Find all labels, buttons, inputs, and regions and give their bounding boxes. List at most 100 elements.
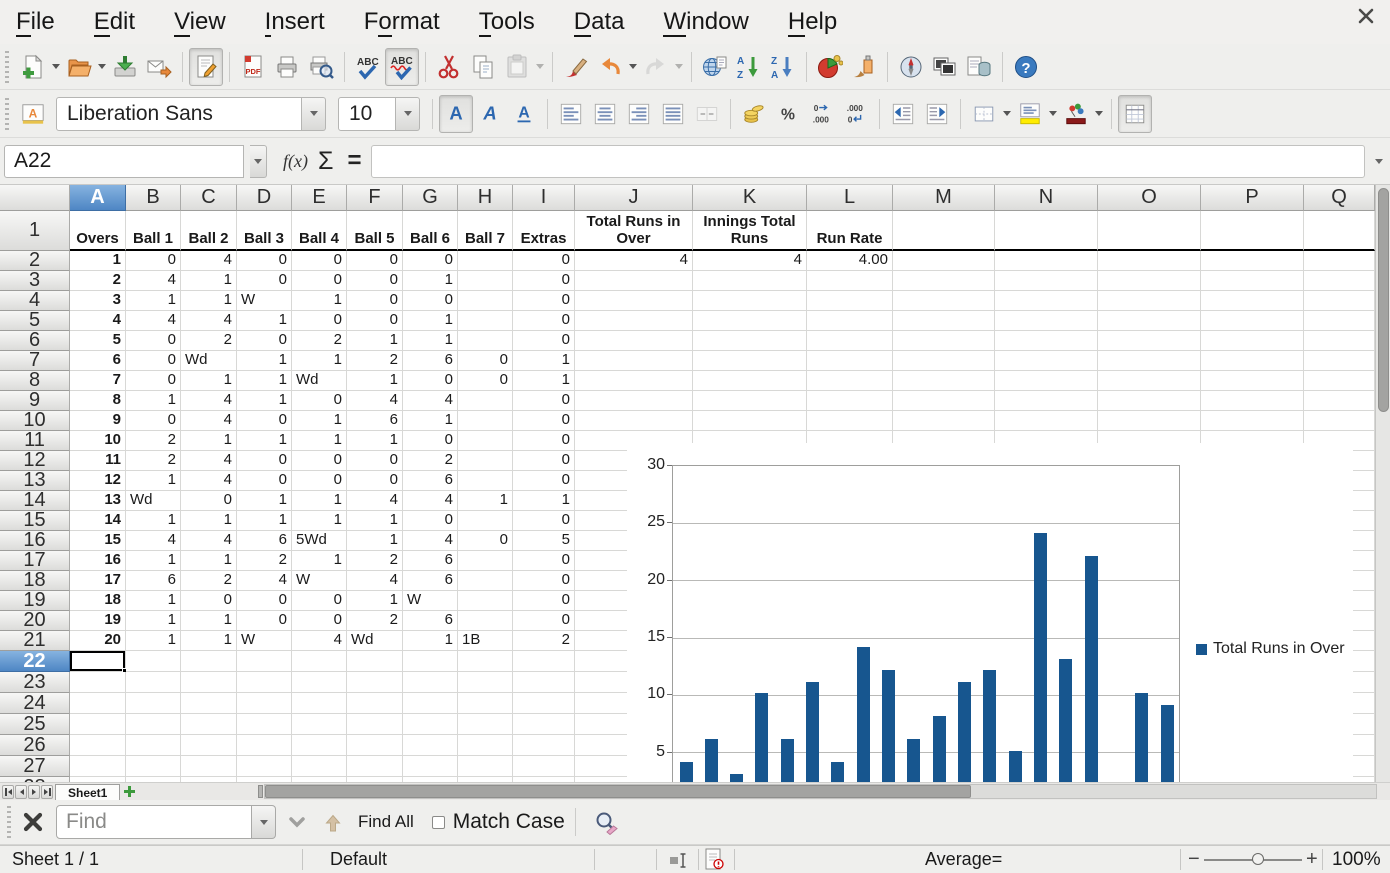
cell-A27[interactable]: [70, 756, 126, 777]
cell-A14[interactable]: 13: [70, 491, 126, 511]
cell-D9[interactable]: 1: [237, 391, 292, 411]
column-header-E[interactable]: E: [292, 185, 347, 211]
cell-C1[interactable]: Ball 2: [181, 211, 237, 251]
previous-sheet-icon[interactable]: [15, 785, 27, 799]
find-input[interactable]: [56, 805, 252, 839]
cell-F8[interactable]: 1: [347, 371, 403, 391]
cell-H6[interactable]: [458, 331, 513, 351]
cell-A7[interactable]: 6: [70, 351, 126, 371]
cell-H10[interactable]: [458, 411, 513, 431]
column-header-J[interactable]: J: [575, 185, 693, 211]
font-size-dropdown[interactable]: [396, 97, 420, 131]
background-color-dropdown[interactable]: [1047, 95, 1059, 133]
find-all-button[interactable]: Find All: [358, 812, 414, 832]
vertical-scrollbar[interactable]: [1375, 185, 1390, 782]
cell-A19[interactable]: 18: [70, 591, 126, 611]
cell-C25[interactable]: [181, 714, 237, 735]
cell-Q5[interactable]: [1304, 311, 1375, 331]
cell-F26[interactable]: [347, 735, 403, 756]
cell-G8[interactable]: 0: [403, 371, 458, 391]
cell-C16[interactable]: 4: [181, 531, 237, 551]
row-header-28[interactable]: 28: [0, 777, 70, 782]
menu-insert[interactable]: Insert: [265, 8, 325, 36]
cell-N2[interactable]: [995, 251, 1098, 271]
cell-I23[interactable]: [513, 672, 575, 693]
cell-D23[interactable]: [237, 672, 292, 693]
cell-C23[interactable]: [181, 672, 237, 693]
sort-ascending-button[interactable]: AZ: [732, 48, 766, 86]
cell-G11[interactable]: 0: [403, 431, 458, 451]
print-button[interactable]: [270, 48, 304, 86]
cell-K3[interactable]: [693, 271, 807, 291]
cell-E16[interactable]: 5Wd: [292, 531, 347, 551]
cell-G14[interactable]: 4: [403, 491, 458, 511]
cell-C26[interactable]: [181, 735, 237, 756]
data-sources-button[interactable]: [962, 48, 996, 86]
toolbar-grip[interactable]: [5, 98, 9, 130]
copy-button[interactable]: [466, 48, 500, 86]
cell-H26[interactable]: [458, 735, 513, 756]
row-header-10[interactable]: 10: [0, 411, 70, 431]
cell-H24[interactable]: [458, 693, 513, 714]
cell-A10[interactable]: 9: [70, 411, 126, 431]
column-header-N[interactable]: N: [995, 185, 1098, 211]
cell-A1[interactable]: Overs: [70, 211, 126, 251]
cell-G15[interactable]: 0: [403, 511, 458, 531]
cell-F20[interactable]: 2: [347, 611, 403, 631]
horizontal-scrollbar[interactable]: [264, 784, 1377, 799]
cell-K5[interactable]: [693, 311, 807, 331]
cell-F15[interactable]: 1: [347, 511, 403, 531]
cell-B19[interactable]: 1: [126, 591, 181, 611]
cell-E2[interactable]: 0: [292, 251, 347, 271]
cell-H17[interactable]: [458, 551, 513, 571]
cell-E9[interactable]: 0: [292, 391, 347, 411]
function-wizard-icon[interactable]: f(x): [283, 151, 308, 172]
cell-P5[interactable]: [1201, 311, 1304, 331]
cell-B12[interactable]: 2: [126, 451, 181, 471]
cell-H19[interactable]: [458, 591, 513, 611]
cell-D17[interactable]: 2: [237, 551, 292, 571]
cell-B25[interactable]: [126, 714, 181, 735]
cell-O3[interactable]: [1098, 271, 1201, 291]
cell-B11[interactable]: 2: [126, 431, 181, 451]
cell-O4[interactable]: [1098, 291, 1201, 311]
cell-C17[interactable]: 1: [181, 551, 237, 571]
cell-J8[interactable]: [575, 371, 693, 391]
cell-E10[interactable]: 1: [292, 411, 347, 431]
cell-C24[interactable]: [181, 693, 237, 714]
cell-J2[interactable]: 4: [575, 251, 693, 271]
cell-O8[interactable]: [1098, 371, 1201, 391]
cell-B10[interactable]: 0: [126, 411, 181, 431]
cell-K10[interactable]: [693, 411, 807, 431]
merge-cells-button[interactable]: [690, 95, 724, 133]
cell-O1[interactable]: [1098, 211, 1201, 251]
cell-A8[interactable]: 7: [70, 371, 126, 391]
cell-O5[interactable]: [1098, 311, 1201, 331]
cell-F6[interactable]: 1: [347, 331, 403, 351]
cell-N9[interactable]: [995, 391, 1098, 411]
cell-O6[interactable]: [1098, 331, 1201, 351]
cell-B13[interactable]: 1: [126, 471, 181, 491]
cell-A26[interactable]: [70, 735, 126, 756]
cell-K4[interactable]: [693, 291, 807, 311]
cell-O9[interactable]: [1098, 391, 1201, 411]
split-handle[interactable]: [258, 785, 263, 798]
cell-K1[interactable]: Innings Total Runs: [693, 211, 807, 251]
cell-B15[interactable]: 1: [126, 511, 181, 531]
auto-spellcheck-button[interactable]: ABC: [385, 48, 419, 86]
cell-N10[interactable]: [995, 411, 1098, 431]
column-header-A[interactable]: A: [70, 185, 126, 211]
cell-C19[interactable]: 0: [181, 591, 237, 611]
row-header-20[interactable]: 20: [0, 611, 70, 631]
row-header-5[interactable]: 5: [0, 311, 70, 331]
row-header-23[interactable]: 23: [0, 672, 70, 693]
new-document-button[interactable]: [16, 48, 50, 86]
cell-B14[interactable]: Wd: [126, 491, 181, 511]
export-pdf-button[interactable]: PDF: [236, 48, 270, 86]
cell-A20[interactable]: 19: [70, 611, 126, 631]
cell-B28[interactable]: [126, 777, 181, 782]
row-header-15[interactable]: 15: [0, 511, 70, 531]
open-dropdown[interactable]: [96, 48, 108, 86]
cell-B24[interactable]: [126, 693, 181, 714]
currency-button[interactable]: [737, 95, 771, 133]
